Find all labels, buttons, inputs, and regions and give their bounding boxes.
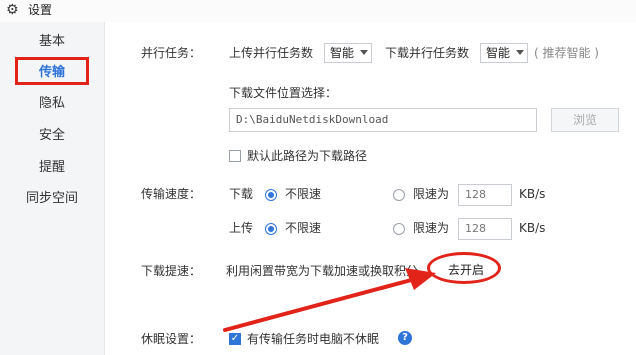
download-boost-label: 下载提速： <box>141 264 202 278</box>
default-path-label: 默认此路径为下载路径 <box>247 149 368 163</box>
help-icon[interactable]: ? <box>398 331 412 345</box>
highlight-box-transfer <box>15 57 89 85</box>
transfer-speed-label: 传输速度： <box>141 187 202 201</box>
upload-parallel-value: 智能 <box>330 46 355 60</box>
upload-speed-label: 上传 <box>229 221 254 235</box>
download-limit-input[interactable]: 128 <box>458 184 512 206</box>
download-limit-label: 限速为 <box>413 187 450 201</box>
gear-icon: ⚙ <box>6 2 19 18</box>
window-title: 设置 <box>28 3 53 17</box>
highlight-oval-enable <box>427 252 501 284</box>
upload-unlimited-radio[interactable] <box>265 223 277 235</box>
upload-unlimited-label: 不限速 <box>285 221 322 235</box>
prevent-sleep-checkbox[interactable]: ✓ <box>229 333 241 345</box>
download-parallel-select[interactable]: 智能 <box>480 43 528 63</box>
parallel-tasks-label: 并行任务： <box>141 46 202 60</box>
upload-limit-label: 限速为 <box>413 221 450 235</box>
download-parallel-value: 智能 <box>486 46 511 60</box>
download-speed-label: 下载 <box>229 187 254 201</box>
download-limit-unit: KB/s <box>519 187 546 201</box>
chevron-down-icon <box>516 50 524 55</box>
prevent-sleep-label: 有传输任务时电脑不休眠 <box>247 332 380 346</box>
upload-parallel-label: 上传并行任务数 <box>229 46 314 60</box>
upload-limit-radio[interactable] <box>393 223 405 235</box>
download-limit-radio[interactable] <box>393 189 405 201</box>
download-boost-description: 利用闲置带宽为下载加速或换取积分 <box>226 264 419 278</box>
sleep-settings-label: 休眠设置： <box>141 332 202 346</box>
download-parallel-label: 下载并行任务数 <box>385 46 470 60</box>
title-bar: ⚙ 设置 <box>0 0 636 22</box>
browse-button[interactable]: 浏览 <box>551 108 619 132</box>
sidebar-item-security[interactable]: 安全 <box>0 126 104 146</box>
default-path-checkbox[interactable] <box>229 150 241 162</box>
sidebar-item-reminder[interactable]: 提醒 <box>0 158 104 178</box>
download-location-label: 下载文件位置选择： <box>229 86 338 100</box>
upload-parallel-select[interactable]: 智能 <box>324 43 372 63</box>
sidebar-item-privacy[interactable]: 隐私 <box>0 94 104 114</box>
upload-limit-input[interactable]: 128 <box>458 218 512 240</box>
upload-limit-unit: KB/s <box>519 221 546 235</box>
download-unlimited-label: 不限速 <box>285 187 322 201</box>
download-path-field[interactable]: D:\BaiduNetdiskDownload <box>229 108 537 132</box>
parallel-hint: ( 推荐智能 ) <box>534 46 599 60</box>
sidebar-item-sync-space[interactable]: 同步空间 <box>0 189 104 209</box>
chevron-down-icon <box>360 50 368 55</box>
download-unlimited-radio[interactable] <box>265 189 277 201</box>
sidebar-item-basic[interactable]: 基本 <box>0 32 104 52</box>
